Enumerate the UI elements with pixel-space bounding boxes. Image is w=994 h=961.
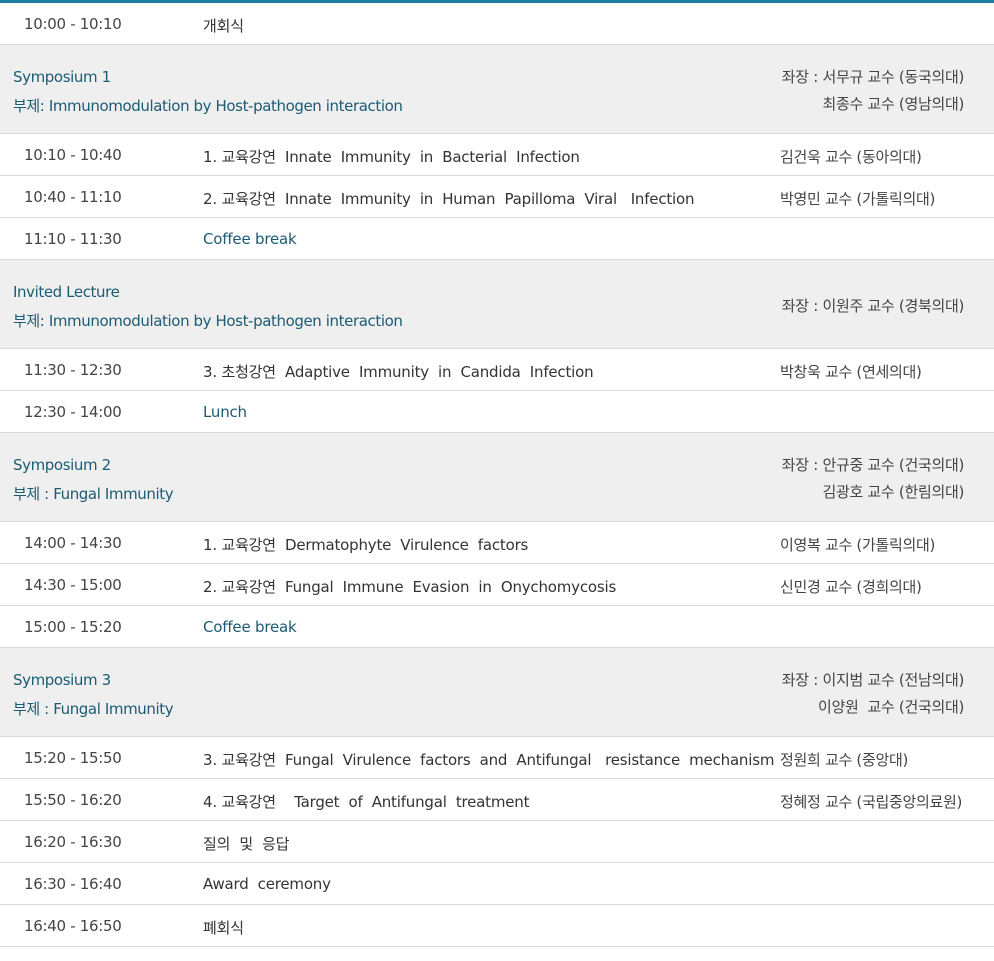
session-chair: 좌장 : 안규중 교수 (건국의대) <box>781 456 965 474</box>
session-chair: 좌장 : 이지범 교수 (전남의대) <box>781 671 965 689</box>
session-name: Symposium 2 <box>13 456 111 474</box>
schedule-row: 11:10 - 11:30 Coffee break <box>0 218 994 260</box>
session-time: 16:20 - 16:30 <box>24 833 122 851</box>
session-title: 폐회식 <box>203 919 244 937</box>
session-title: 3. 교육강연 Fungal Virulence factors and Ant… <box>203 751 775 769</box>
session-subtitle: 부제: Immunomodulation by Host-pathogen in… <box>13 97 403 115</box>
schedule-row: 10:00 - 10:10 개회식 <box>0 3 994 45</box>
session-title: Lunch <box>203 403 247 421</box>
session-subtitle: 부제: Immunomodulation by Host-pathogen in… <box>13 312 403 330</box>
session-speaker: 정원희 교수 (중앙대) <box>780 751 909 769</box>
session-chair: 이양원 교수 (건국의대) <box>817 698 964 716</box>
session-title: 1. 교육강연 Innate Immunity in Bacterial Inf… <box>203 148 580 166</box>
session-time: 16:40 - 16:50 <box>24 917 122 935</box>
session-time: 10:40 - 11:10 <box>24 188 122 206</box>
session-time: 15:20 - 15:50 <box>24 749 122 767</box>
session-time: 11:30 - 12:30 <box>24 361 122 379</box>
schedule-row: 11:30 - 12:30 3. 초청강연 Adaptive Immunity i… <box>0 349 994 391</box>
session-speaker: 신민경 교수 (경희의대) <box>780 578 922 596</box>
schedule-row: 15:20 - 15:50 3. 교육강연 Fungal Virulence fa… <box>0 737 994 779</box>
session-title: 질의 및 응답 <box>203 835 290 853</box>
schedule-row: 10:10 - 10:40 1. 교육강연 Innate Immunity in … <box>0 134 994 176</box>
session-header: Invited Lecture 부제: Immunomodulation by H… <box>0 260 994 349</box>
session-chair: 좌장 : 서무규 교수 (동국의대) <box>781 68 965 86</box>
session-title: 개회식 <box>203 17 244 35</box>
session-time: 15:00 - 15:20 <box>24 618 122 636</box>
session-time: 10:00 - 10:10 <box>24 15 122 33</box>
session-time: 14:00 - 14:30 <box>24 534 122 552</box>
session-title: Coffee break <box>203 230 297 248</box>
session-header: Symposium 1 부제: Immunomodulation by Host-… <box>0 45 994 134</box>
session-chair: 최종수 교수 (영남의대) <box>822 95 964 113</box>
session-title: 1. 교육강연 Dermatophyte Virulence factors <box>203 536 529 554</box>
session-time: 11:10 - 11:30 <box>24 230 122 248</box>
schedule-row: 16:30 - 16:40 Award ceremony <box>0 863 994 905</box>
session-speaker: 정혜정 교수 (국립중앙의료원) <box>780 793 963 811</box>
schedule-row: 15:50 - 16:20 4. 교육강연 Target of Antifunga… <box>0 779 994 821</box>
session-subtitle: 부제 : Fungal Immunity <box>13 485 174 503</box>
session-chair: 좌장 : 이원주 교수 (경북의대) <box>781 297 965 315</box>
schedule-row: 14:00 - 14:30 1. 교육강연 Dermatophyte Virule… <box>0 522 994 564</box>
session-name: Symposium 3 <box>13 671 111 689</box>
session-time: 14:30 - 15:00 <box>24 576 122 594</box>
session-title: Award ceremony <box>203 875 331 893</box>
session-title: 3. 초청강연 Adaptive Immunity in Candida Inf… <box>203 363 594 381</box>
schedule-row: 10:40 - 11:10 2. 교육강연 Innate Immunity in … <box>0 176 994 218</box>
session-time: 15:50 - 16:20 <box>24 791 122 809</box>
session-header: Symposium 2 부제 : Fungal Immunity 좌장 : 안규중 … <box>0 433 994 522</box>
session-header: Symposium 3 부제 : Fungal Immunity 좌장 : 이지범 … <box>0 648 994 737</box>
session-title: 2. 교육강연 Innate Immunity in Human Papillo… <box>203 190 695 208</box>
session-title: 2. 교육강연 Fungal Immune Evasion in Onychom… <box>203 578 617 596</box>
session-subtitle: 부제 : Fungal Immunity <box>13 700 174 718</box>
session-speaker: 박창욱 교수 (연세의대) <box>780 363 922 381</box>
session-chair: 김광호 교수 (한림의대) <box>822 483 964 501</box>
session-time: 16:30 - 16:40 <box>24 875 122 893</box>
session-title: Coffee break <box>203 618 297 636</box>
session-speaker: 김건욱 교수 (동아의대) <box>780 148 922 166</box>
session-title: 4. 교육강연 Target of Antifungal treatment <box>203 793 530 811</box>
session-speaker: 이영복 교수 (가톨릭의대) <box>780 536 936 554</box>
schedule-row: 16:40 - 16:50 폐회식 <box>0 905 994 947</box>
program-schedule: 10:00 - 10:10 개회식 Symposium 1 부제: Immunomod… <box>0 3 994 947</box>
schedule-row: 15:00 - 15:20 Coffee break <box>0 606 994 648</box>
session-time: 10:10 - 10:40 <box>24 146 122 164</box>
session-name: Symposium 1 <box>13 68 111 86</box>
session-name: Invited Lecture <box>13 283 120 301</box>
session-time: 12:30 - 14:00 <box>24 403 122 421</box>
schedule-row: 12:30 - 14:00 Lunch <box>0 391 994 433</box>
session-speaker: 박영민 교수 (가톨릭의대) <box>780 190 936 208</box>
schedule-row: 16:20 - 16:30 질의 및 응답 <box>0 821 994 863</box>
schedule-row: 14:30 - 15:00 2. 교육강연 Fungal Immune Evasi… <box>0 564 994 606</box>
